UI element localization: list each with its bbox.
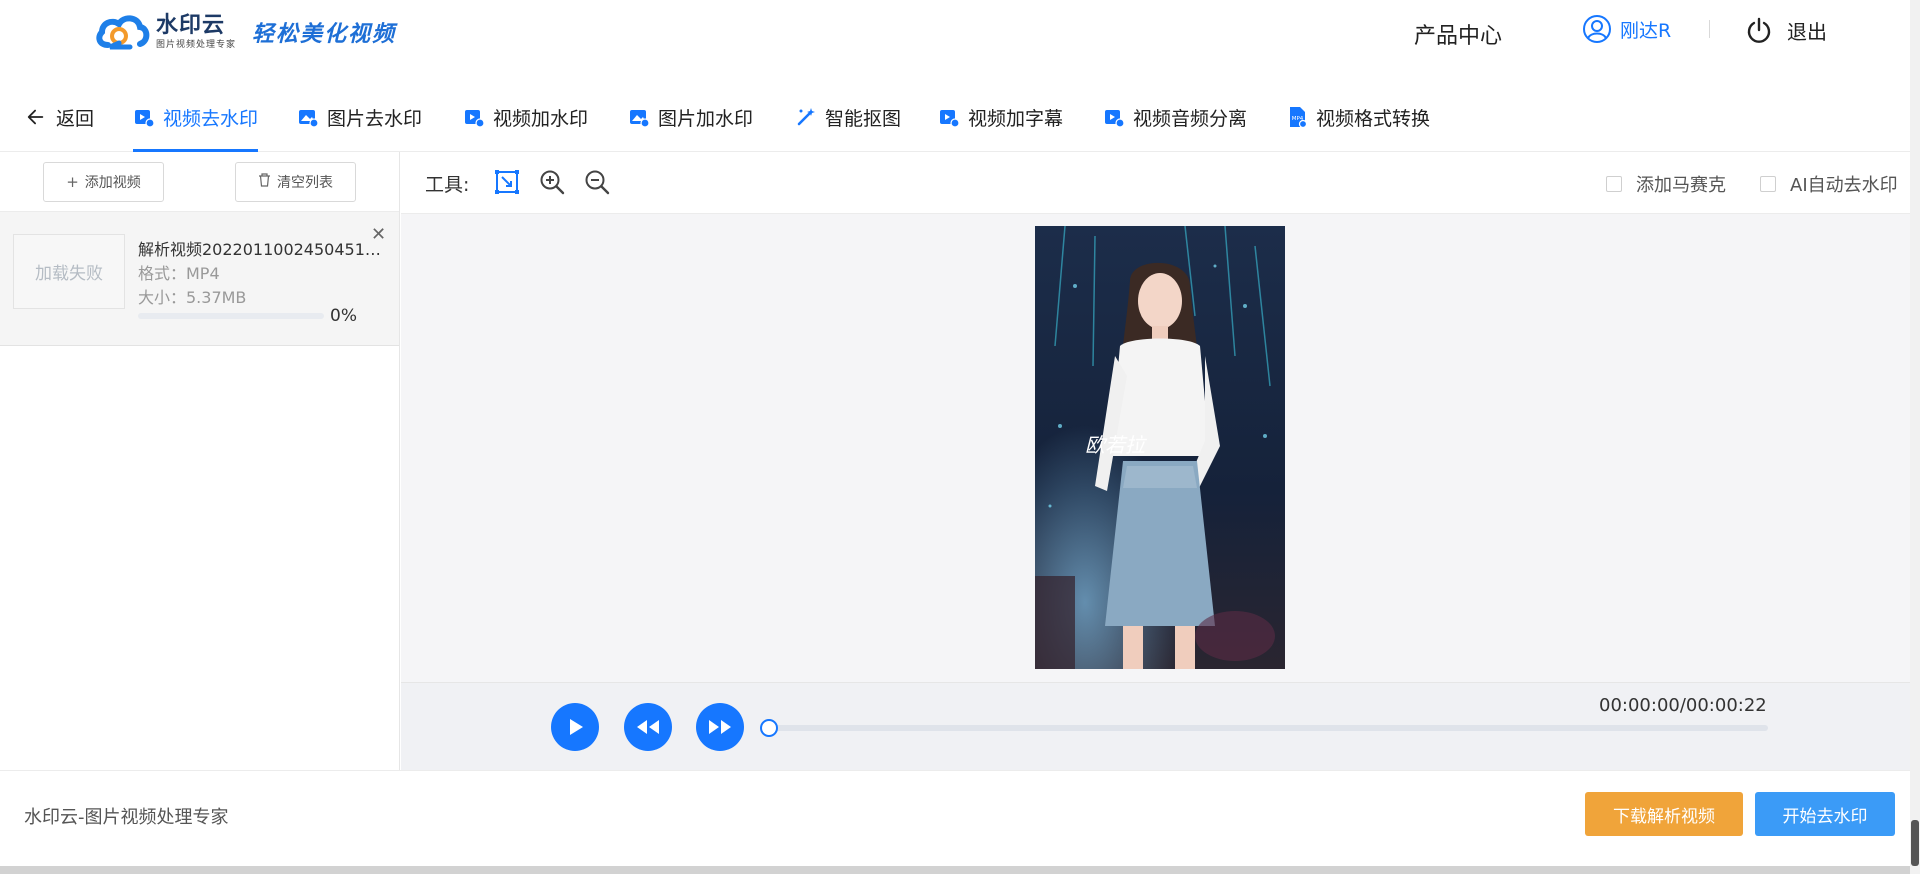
tools-bar: 工具: 添加马赛克 AI自动去水印 xyxy=(401,152,1910,214)
checkbox-box[interactable] xyxy=(1760,176,1776,192)
zoom-in-icon xyxy=(540,170,565,195)
player-controls: 00:00:00/00:00:22 xyxy=(401,682,1910,770)
logo[interactable]: 水印云 图片视频处理专家 轻松美化视频 xyxy=(94,10,396,54)
footer-bar: 水印云-图片视频处理专家 下载解析视频 开始去水印 xyxy=(0,770,1910,864)
logout-label: 退出 xyxy=(1787,20,1827,44)
thumbnail-status: 加载失败 xyxy=(35,264,103,284)
user-avatar-icon xyxy=(1583,15,1611,43)
select-area-icon xyxy=(495,170,519,194)
back-button[interactable]: 返回 xyxy=(26,82,94,152)
tab-label: 视频音频分离 xyxy=(1133,107,1248,130)
tab-image-remove-watermark[interactable]: 图片去水印 xyxy=(297,82,422,152)
video-frame-image: 欧若拉 xyxy=(1035,226,1285,669)
logo-slogan: 轻松美化视频 xyxy=(252,21,397,47)
file-name: 解析视频20220110024504514... xyxy=(138,240,383,259)
add-mosaic-label: 添加马赛克 xyxy=(1636,175,1726,196)
tool-tabbar: 返回 视频去水印 图片去水印 视频加水印 图片加水印 智能抠图 视频加字幕 视频… xyxy=(0,82,1910,152)
file-list-panel: + 添加视频 清空列表 加载失败 解析视频20220110024504514..… xyxy=(0,152,400,770)
mp4-file-icon: MP4 xyxy=(1290,107,1308,128)
top-header: 水印云 图片视频处理专家 轻松美化视频 产品中心 刚达R 退出 xyxy=(0,0,1910,82)
tab-video-add-subtitles[interactable]: 视频加字幕 xyxy=(938,82,1063,152)
username: 刚达R xyxy=(1620,19,1672,42)
trash-icon xyxy=(258,173,271,191)
add-mosaic-checkbox[interactable]: 添加马赛克 xyxy=(1606,171,1726,197)
tab-label: 视频加字幕 xyxy=(968,107,1064,130)
play-icon xyxy=(570,719,583,735)
logo-subtitle: 图片视频处理专家 xyxy=(156,40,237,50)
file-thumbnail: 加载失败 xyxy=(13,234,125,309)
video-icon xyxy=(135,110,155,128)
file-list-toolbar: + 添加视频 清空列表 xyxy=(0,152,399,212)
image-icon xyxy=(630,110,650,128)
tab-video-remove-watermark[interactable]: 视频去水印 xyxy=(133,82,259,152)
logo-name: 水印云 xyxy=(156,13,226,38)
ai-auto-remove-checkbox[interactable]: AI自动去水印 xyxy=(1760,171,1898,197)
fast-forward-button[interactable] xyxy=(696,703,744,751)
download-parsed-video-button[interactable]: 下载解析视频 xyxy=(1585,792,1743,836)
tab-video-add-watermark[interactable]: 视频加水印 xyxy=(463,82,588,152)
zoom-out-tool[interactable] xyxy=(583,168,611,196)
select-area-tool[interactable] xyxy=(493,168,521,196)
video-overlay-text: 欧若拉 xyxy=(1085,433,1148,457)
vertical-scrollbar-thumb[interactable] xyxy=(1911,820,1919,866)
file-size: 大小：5.37MB xyxy=(138,288,247,307)
image-icon xyxy=(299,110,319,128)
tab-video-format-convert[interactable]: MP4 视频格式转换 xyxy=(1286,82,1430,152)
video-icon xyxy=(940,110,960,128)
zoom-in-tool[interactable] xyxy=(538,168,566,196)
tab-label: 智能抠图 xyxy=(825,107,902,130)
file-list-item[interactable]: 加载失败 解析视频20220110024504514... 格式：MP4 大小：… xyxy=(0,212,399,346)
tab-video-audio-separation[interactable]: 视频音频分离 xyxy=(1103,82,1247,152)
cloud-logo-icon xyxy=(94,11,150,53)
tab-label: 视频去水印 xyxy=(163,107,259,130)
file-progress-text: 0% xyxy=(330,306,357,326)
tools-label: 工具: xyxy=(425,174,470,196)
product-center-link[interactable]: 产品中心 xyxy=(1414,18,1502,50)
add-video-label: 添加视频 xyxy=(84,175,141,191)
seek-handle[interactable] xyxy=(760,719,778,737)
close-icon[interactable]: ✕ xyxy=(371,224,386,245)
footer-brand-text: 水印云-图片视频处理专家 xyxy=(24,807,229,828)
tab-smart-cutout[interactable]: 智能抠图 xyxy=(795,82,901,152)
vertical-scrollbar[interactable] xyxy=(1910,0,1920,874)
editor-panel: 工具: 添加马赛克 AI自动去水印 欧若拉 00:00:00/00:00:22 xyxy=(401,152,1910,770)
play-button[interactable] xyxy=(551,703,599,751)
tab-label: 图片去水印 xyxy=(327,107,423,130)
file-progress-bar xyxy=(138,313,324,319)
user-menu[interactable]: 刚达R xyxy=(1582,14,1671,44)
tab-image-add-watermark[interactable]: 图片加水印 xyxy=(628,82,753,152)
start-remove-watermark-button[interactable]: 开始去水印 xyxy=(1755,792,1895,836)
seek-bar[interactable] xyxy=(769,725,1768,731)
header-divider xyxy=(1709,20,1710,38)
playback-time: 00:00:00/00:00:22 xyxy=(1599,695,1767,716)
clear-list-label: 清空列表 xyxy=(277,175,333,191)
back-label: 返回 xyxy=(56,107,95,130)
clear-list-button[interactable]: 清空列表 xyxy=(235,162,356,202)
zoom-out-icon xyxy=(585,170,610,195)
tab-label: 视频格式转换 xyxy=(1316,107,1431,130)
tab-label: 图片加水印 xyxy=(658,107,754,130)
logout-button[interactable]: 退出 xyxy=(1745,16,1827,45)
checkbox-box[interactable] xyxy=(1606,176,1622,192)
arrow-left-icon xyxy=(27,109,44,125)
rewind-icon xyxy=(637,720,659,734)
tab-label: 视频加水印 xyxy=(493,107,589,130)
horizontal-scrollbar[interactable] xyxy=(0,866,1910,874)
ai-auto-remove-label: AI自动去水印 xyxy=(1790,175,1898,196)
power-icon xyxy=(1747,17,1771,43)
video-preview-area: 欧若拉 xyxy=(401,214,1910,682)
fast-forward-icon xyxy=(709,720,731,734)
rewind-button[interactable] xyxy=(624,703,672,751)
plus-icon: + xyxy=(66,173,79,191)
video-preview[interactable]: 欧若拉 xyxy=(1035,226,1285,669)
file-format: 格式：MP4 xyxy=(138,264,220,283)
add-video-button[interactable]: + 添加视频 xyxy=(43,162,164,202)
magic-wand-icon xyxy=(797,108,815,126)
video-icon xyxy=(465,110,485,128)
video-icon xyxy=(1105,110,1125,128)
